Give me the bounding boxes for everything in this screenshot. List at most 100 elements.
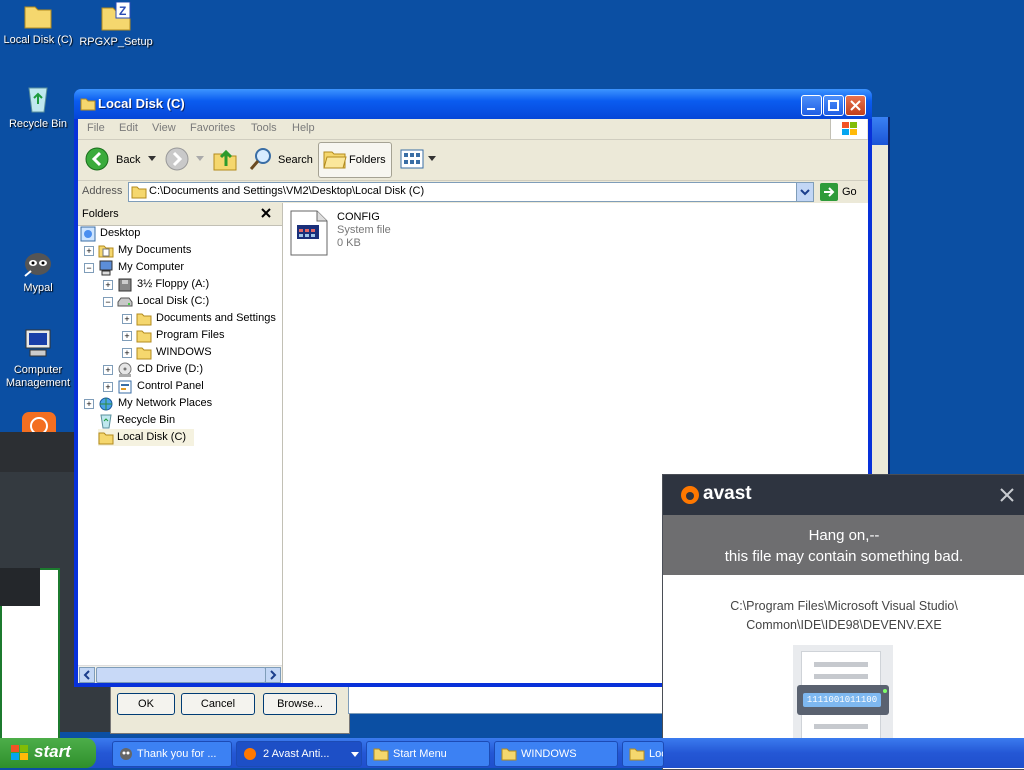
close-icon[interactable] — [260, 207, 272, 219]
views-icon — [400, 149, 424, 169]
scroll-right-button[interactable] — [265, 667, 281, 683]
expand-icon[interactable]: + — [84, 246, 94, 256]
cancel-button[interactable]: Cancel — [181, 693, 255, 715]
folder-icon — [24, 6, 52, 29]
folder-icon — [629, 748, 645, 761]
expand-icon[interactable]: + — [84, 399, 94, 409]
windows-logo-icon — [842, 122, 857, 135]
standard-toolbar: Back Search Folders — [78, 140, 868, 181]
menu-tools[interactable]: Tools — [251, 122, 277, 134]
browse-button[interactable]: Browse... — [263, 693, 337, 715]
taskbar-item-local-disk[interactable]: Loc — [622, 741, 664, 767]
horizontal-scrollbar[interactable] — [78, 665, 282, 683]
menu-edit[interactable]: Edit — [119, 122, 138, 134]
up-folder-icon — [213, 149, 237, 171]
start-button[interactable]: start — [0, 738, 96, 768]
up-folder-button[interactable] — [212, 146, 240, 174]
avast-alert: avast Hang on,-- this file may contain s… — [662, 474, 1024, 770]
scroll-thumb[interactable] — [96, 667, 266, 683]
menu-file[interactable]: File — [87, 122, 105, 134]
recycle-bin-icon — [100, 414, 112, 429]
my-documents-icon — [98, 245, 114, 258]
desktop-icon-local-disk[interactable]: Local Disk (C) — [0, 2, 76, 47]
folders-icon — [323, 151, 347, 169]
windows-logo-box — [830, 119, 867, 139]
expand-icon[interactable]: + — [103, 365, 113, 375]
folders-pane-header: Folders — [78, 203, 282, 226]
background-dialog-input[interactable] — [348, 684, 666, 714]
folders-button[interactable]: Folders — [318, 142, 392, 178]
expand-icon[interactable]: + — [103, 382, 113, 392]
desktop-icon-label: RPGXP_Setup — [79, 36, 153, 48]
chevron-left-icon — [83, 670, 90, 680]
maximize-icon — [828, 100, 839, 111]
chevron-down-icon — [428, 156, 436, 161]
avast-warning-band: Hang on,-- this file may contain somethi… — [663, 515, 1024, 575]
chevron-down-icon — [148, 156, 156, 161]
tree-item-label: My Documents — [118, 244, 192, 256]
avast-brand: avast — [703, 483, 752, 504]
collapse-icon[interactable]: − — [84, 263, 94, 273]
desktop-icon-rpgxp-setup[interactable]: Z RPGXP_Setup — [78, 2, 154, 49]
taskbar-item-label: Thank you for ... — [137, 748, 217, 760]
tree-item-label: Local Disk (C) — [117, 431, 187, 443]
file-item-config[interactable]: CONFIG System file 0 KB — [289, 209, 439, 259]
folder-icon — [98, 432, 114, 445]
expand-icon[interactable]: + — [122, 348, 132, 358]
expand-icon[interactable]: + — [103, 280, 113, 290]
folder-icon — [131, 186, 147, 199]
avast-file-path: C:\Program Files\Microsoft Visual Studio… — [663, 597, 1024, 635]
folder-icon — [136, 330, 152, 343]
desktop-icon-recycle-bin[interactable]: Recycle Bin — [0, 84, 76, 131]
desktop-icon-computer-management[interactable]: Computer Management — [0, 328, 76, 390]
chevron-right-icon — [270, 670, 277, 680]
close-button[interactable] — [845, 95, 866, 116]
folder-icon — [501, 748, 517, 761]
control-panel-icon — [118, 380, 132, 394]
taskbar-item-label: Start Menu — [393, 748, 447, 760]
collapse-icon[interactable]: − — [103, 297, 113, 307]
search-button[interactable]: Search — [248, 146, 314, 174]
back-button[interactable]: Back — [84, 146, 156, 174]
taskbar-item-thank-you[interactable]: Thank you for ... — [112, 741, 232, 767]
avast-header: avast — [663, 475, 1024, 515]
scroll-left-button[interactable] — [79, 667, 95, 683]
address-input[interactable]: C:\Documents and Settings\VM2\Desktop\Lo… — [128, 182, 814, 202]
titlebar[interactable]: Local Disk (C) — [74, 89, 872, 119]
minimize-button[interactable] — [801, 95, 822, 116]
avast-scan-illustration: 1111001011100 — [793, 645, 893, 751]
menu-view[interactable]: View — [152, 122, 176, 134]
folders-pane: Folders Desktop + My Documents − My Comp… — [78, 203, 283, 683]
taskbar-item-windows[interactable]: WINDOWS — [494, 741, 618, 767]
close-icon[interactable] — [999, 487, 1015, 503]
taskbar: start Thank you for ... 2 Avast Anti... … — [0, 738, 1024, 768]
app-orange-icon[interactable] — [22, 412, 56, 432]
address-bar: Address C:\Documents and Settings\VM2\De… — [78, 181, 868, 204]
tree-item-local-disk-selected[interactable]: Local Disk (C) — [98, 429, 194, 446]
folder-icon — [136, 347, 152, 360]
tree-item-label: Control Panel — [137, 380, 204, 392]
go-button[interactable]: Go — [818, 182, 864, 202]
menu-help[interactable]: Help — [292, 122, 315, 134]
maximize-button[interactable] — [823, 95, 844, 116]
taskbar-item-start-menu[interactable]: Start Menu — [366, 741, 490, 767]
taskbar-item-label: WINDOWS — [521, 748, 577, 760]
computer-management-icon — [25, 329, 51, 357]
menu-favorites[interactable]: Favorites — [190, 122, 235, 134]
tree-item-label: 3½ Floppy (A:) — [137, 278, 210, 290]
expand-icon[interactable]: + — [122, 331, 132, 341]
ok-button[interactable]: OK — [117, 693, 175, 715]
views-button[interactable] — [400, 146, 438, 174]
forward-button[interactable] — [164, 146, 204, 174]
expand-icon[interactable]: + — [122, 314, 132, 324]
chevron-down-icon — [800, 189, 810, 196]
file-type: System file — [337, 224, 391, 236]
address-value: C:\Documents and Settings\VM2\Desktop\Lo… — [149, 185, 425, 197]
address-dropdown-button[interactable] — [796, 183, 813, 201]
my-computer-icon — [99, 260, 113, 276]
desktop-icon-mypal[interactable]: Mypal — [0, 248, 76, 295]
file-name: CONFIG — [337, 211, 380, 223]
start-label: start — [34, 742, 71, 761]
taskbar-item-avast[interactable]: 2 Avast Anti... — [236, 741, 362, 767]
desktop-icon-label: Recycle Bin — [8, 118, 68, 130]
